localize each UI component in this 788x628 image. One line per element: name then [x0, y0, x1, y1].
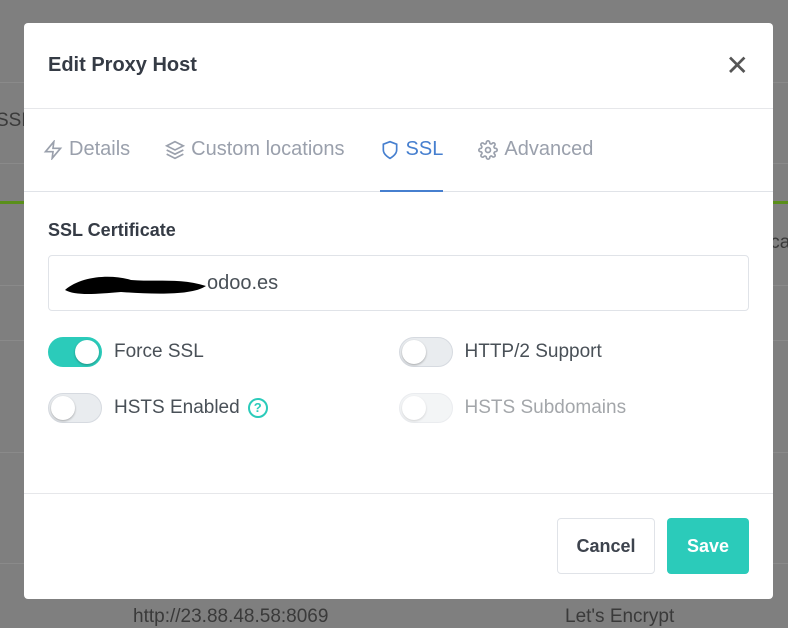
force-ssl-label: Force SSL	[114, 341, 204, 362]
bg-url-text: http://23.88.48.58:8069	[133, 606, 329, 627]
tab-custom-locations[interactable]: Custom locations	[165, 109, 345, 192]
redaction-scribble	[65, 276, 206, 294]
hsts-enabled-toggle[interactable]	[48, 393, 102, 423]
ssl-certificate-select[interactable]: odoo.es	[48, 255, 749, 311]
edit-proxy-host-modal: Edit Proxy Host ✕ Details Custom locatio…	[24, 23, 773, 599]
tab-details[interactable]: Details	[43, 109, 130, 192]
save-button[interactable]: Save	[667, 518, 749, 574]
gear-icon	[478, 139, 499, 160]
ssl-tab-content: SSL Certificate odoo.es Force SSL HTTP/2…	[24, 192, 773, 494]
hsts-subdomains-label: HSTS Subdomains	[464, 397, 627, 418]
tab-bar: Details Custom locations SSL Advanced	[24, 109, 773, 192]
force-ssl-toggle[interactable]	[48, 337, 102, 367]
tab-label: Details	[69, 138, 131, 160]
ssl-certificate-label: SSL Certificate	[48, 220, 176, 240]
tab-label: Custom locations	[191, 138, 345, 160]
http2-support-toggle[interactable]	[398, 337, 453, 367]
modal-header: Edit Proxy Host ✕	[24, 23, 773, 109]
ssl-certificate-value: odoo.es	[207, 271, 279, 294]
hsts-subdomains-toggle[interactable]	[398, 393, 453, 423]
http2-support-label: HTTP/2 Support	[464, 341, 602, 362]
cancel-button[interactable]: Cancel	[557, 518, 655, 574]
shield-icon	[382, 140, 398, 159]
tab-advanced[interactable]: Advanced	[478, 109, 593, 192]
close-icon[interactable]: ✕	[726, 49, 749, 82]
bg-cert-text: Let's Encrypt	[565, 606, 675, 627]
tab-label: Advanced	[504, 138, 594, 160]
hsts-enabled-label: HSTS Enabled	[114, 397, 240, 418]
layers-icon	[165, 140, 186, 159]
bolt-icon	[43, 139, 63, 160]
tab-label: SSL	[405, 138, 444, 160]
tab-ssl[interactable]: SSL	[379, 109, 444, 192]
modal-title: Edit Proxy Host	[48, 54, 197, 76]
modal-footer: Cancel Save	[24, 494, 773, 574]
help-circle-icon[interactable]: ?	[247, 398, 268, 418]
